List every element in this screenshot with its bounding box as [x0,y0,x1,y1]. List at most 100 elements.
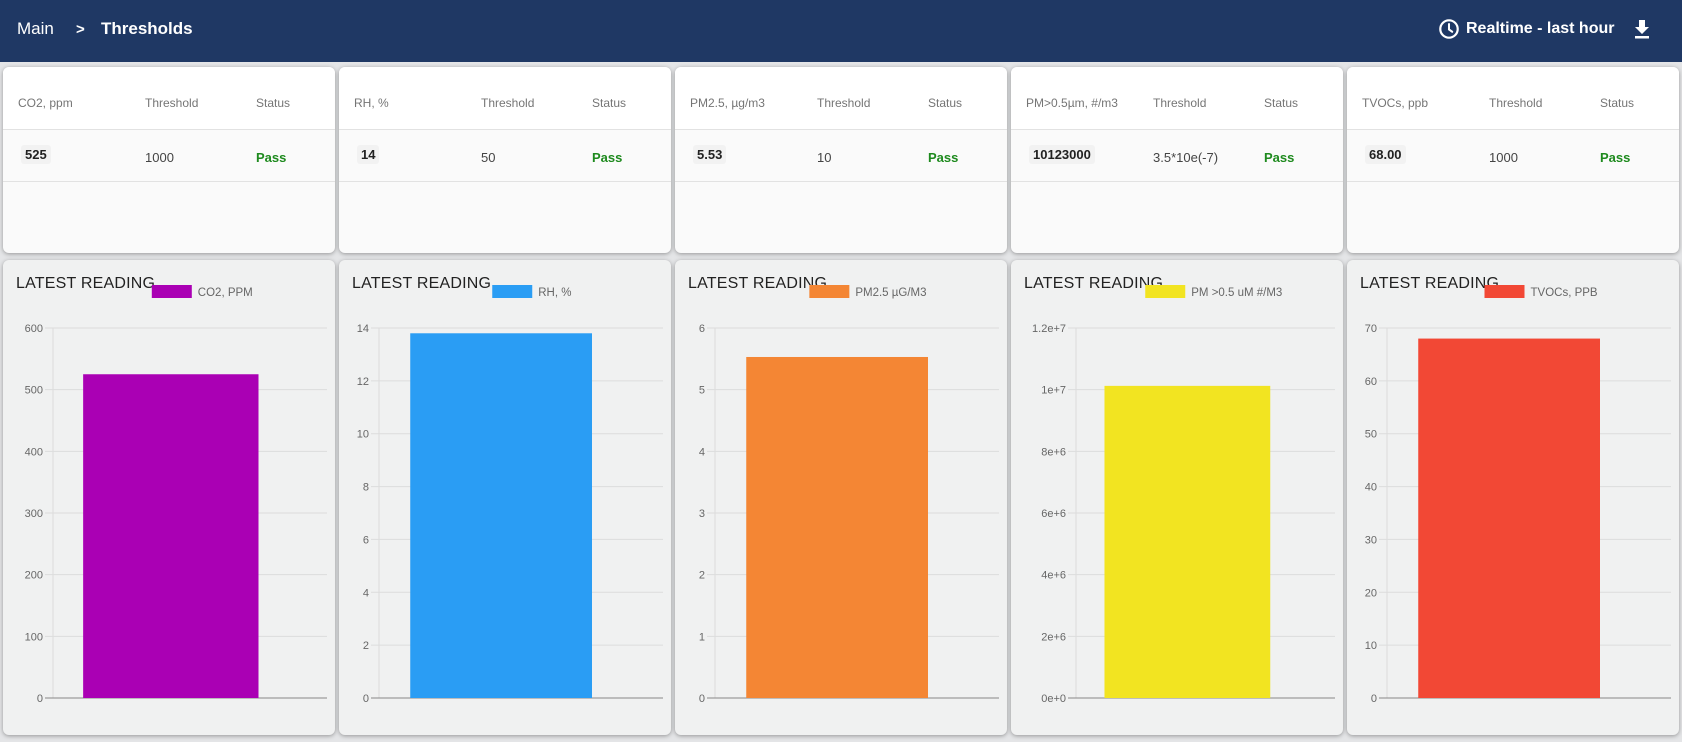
table-row: 14 50 Pass [339,130,671,182]
y-tick-label: 0 [37,693,43,705]
reading-value: 525 [21,145,51,164]
legend-swatch [809,285,850,298]
status-badge: Pass [592,150,623,165]
latest-reading-chart-card: LATEST READING RH, % 0 2 4 6 8 10 12 14 [339,260,671,735]
latest-reading-chart-card: LATEST READING PM >0.5 uM #/M3 0e+0 2e+6 4e+… [1011,260,1343,735]
bar[interactable] [746,356,928,698]
bar[interactable] [410,333,592,698]
threshold-column-header: Threshold [1489,96,1543,110]
threshold-value: 1000 [1489,150,1518,165]
y-tick-label: 20 [1365,587,1377,599]
y-tick-label: 300 [25,508,43,520]
bar-chart: PM >0.5 uM #/M3 0e+0 2e+6 4e+6 6e+6 8e+6 1e+7 1… [1032,285,1335,705]
y-tick-label: 60 [1365,376,1377,388]
status-column-header: Status [256,96,291,110]
threshold-value: 10 [817,150,832,165]
y-tick-label: 100 [25,631,43,643]
bar[interactable] [83,374,259,698]
metric-column-header: PM2.5, µg/m3 [690,96,765,110]
y-tick-label: 0e+0 [1041,693,1066,705]
y-tick-label: 6 [699,323,705,335]
y-tick-label: 1 [699,631,705,643]
status-column-header: Status [592,96,627,110]
legend-swatch [1145,285,1186,298]
y-tick-label: 2 [699,570,705,582]
threshold-table-header: CO2, ppm Threshold Status [3,67,335,130]
y-tick-label: 70 [1365,323,1377,335]
bar[interactable] [1104,385,1271,698]
table-row: 68.00 1000 Pass [1347,130,1679,182]
reading-value: 5.53 [693,145,727,164]
metric-column-header: TVOCs, ppb [1362,96,1429,110]
threshold-value: 50 [481,150,496,165]
legend-label: RH, % [538,287,571,299]
time-range-label: Realtime - last hour [1466,20,1615,37]
y-tick-label: 6 [363,534,369,546]
y-tick-label: 2e+6 [1041,631,1066,643]
table-row: 10123000 3.5*10e(-7) Pass [1011,130,1343,182]
table-row: 525 1000 Pass [3,130,335,182]
y-tick-label: 12 [357,376,369,388]
reading-value: 10123000 [1029,145,1095,164]
legend-label: PM >0.5 uM #/M3 [1191,287,1282,299]
latest-reading-chart-card: LATEST READING TVOCs, PPB 0 10 20 30 40 50 60 70 [1347,260,1679,735]
reading-value: 14 [357,145,380,164]
y-tick-label: 30 [1365,534,1377,546]
breadcrumb-main[interactable]: Main [17,19,54,39]
y-tick-label: 6e+6 [1041,508,1066,520]
metric-column-header: RH, % [354,96,389,110]
y-tick-label: 2 [363,640,369,652]
table-row: 5.53 10 Pass [675,130,1007,182]
y-tick-label: 0 [699,693,705,705]
threshold-value: 1000 [145,150,174,165]
top-bar: Main > Thresholds Realtime - last hour [0,0,1682,62]
legend-swatch [492,285,533,298]
threshold-table-header: PM>0.5µm, #/m3 Threshold Status [1011,67,1343,130]
legend-label: TVOCs, PPB [1531,287,1598,299]
y-tick-label: 1e+7 [1041,385,1066,397]
threshold-column-header: Threshold [145,96,199,110]
y-tick-label: 5 [699,385,705,397]
y-tick-label: 14 [357,323,369,335]
y-tick-label: 10 [357,429,369,441]
bar-chart: CO2, PPM 0 100 200 300 400 500 600 [25,285,327,705]
y-tick-label: 500 [25,385,43,397]
y-tick-label: 4e+6 [1041,570,1066,582]
threshold-table-header: RH, % Threshold Status [339,67,671,130]
threshold-card: CO2, ppm Threshold Status 525 1000 Pass [3,67,335,253]
threshold-table-header: PM2.5, µg/m3 Threshold Status [675,67,1007,130]
status-column-header: Status [1600,96,1635,110]
status-badge: Pass [1600,150,1631,165]
y-tick-label: 10 [1365,640,1377,652]
latest-reading-chart-card: LATEST READING PM2.5 µG/M3 0 1 2 3 4 5 6 [675,260,1007,735]
legend-label: PM2.5 µG/M3 [855,287,926,299]
threshold-card: TVOCs, ppb Threshold Status 68.00 1000 Pass [1347,67,1679,253]
time-range-selector[interactable]: Realtime - last hour [1438,18,1614,40]
legend-label: CO2, PPM [198,287,253,299]
bar-chart: TVOCs, PPB 0 10 20 30 40 50 60 70 [1365,285,1671,705]
y-tick-label: 40 [1365,482,1377,494]
threshold-column-header: Threshold [1153,96,1207,110]
download-button[interactable] [1632,18,1652,45]
bar[interactable] [1418,338,1600,698]
y-tick-label: 600 [25,323,43,335]
y-tick-label: 8e+6 [1041,446,1066,458]
bar-chart: PM2.5 µG/M3 0 1 2 3 4 5 6 [699,285,999,705]
threshold-table-header: TVOCs, ppb Threshold Status [1347,67,1679,130]
breadcrumb-separator: > [76,21,85,38]
clock-icon [1439,19,1459,39]
y-tick-label: 4 [363,587,369,599]
reading-value: 68.00 [1365,145,1406,164]
y-tick-label: 200 [25,570,43,582]
status-badge: Pass [928,150,959,165]
status-badge: Pass [1264,150,1295,165]
threshold-column-header: Threshold [481,96,535,110]
bar-chart: RH, % 0 2 4 6 8 10 12 14 [357,285,663,705]
download-icon [1635,20,1649,39]
y-tick-label: 50 [1365,429,1377,441]
y-tick-label: 1.2e+7 [1032,323,1066,335]
breadcrumb-current-page: Thresholds [101,19,193,38]
y-tick-label: 8 [363,482,369,494]
threshold-value: 3.5*10e(-7) [1153,150,1219,165]
y-tick-label: 3 [699,508,705,520]
